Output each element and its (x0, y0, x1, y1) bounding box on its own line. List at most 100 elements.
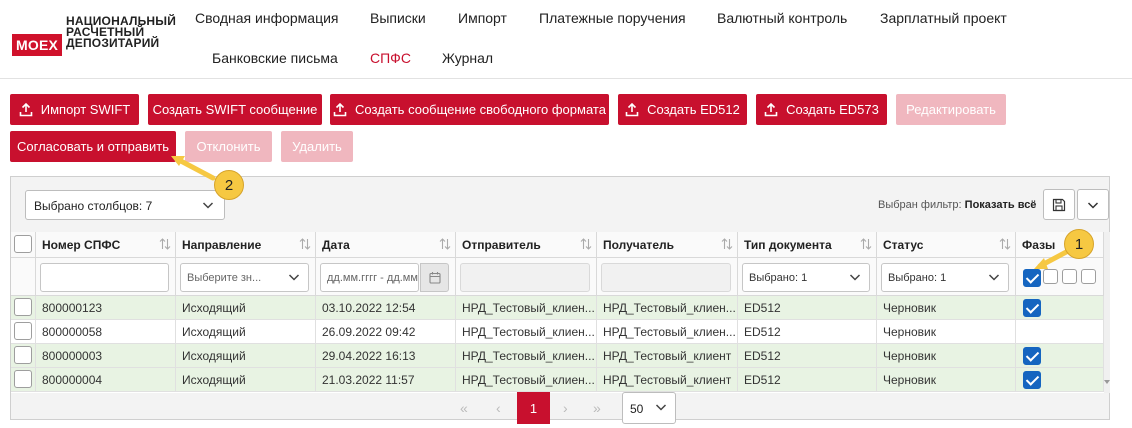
cell-direction: Исходящий (176, 320, 316, 344)
col-header-direction[interactable]: Направление (176, 232, 316, 258)
last-page-button[interactable]: » (593, 400, 601, 416)
nav-item-summary[interactable]: Сводная информация (195, 10, 339, 26)
cell-doc-type: ED512 (738, 296, 877, 320)
table-row[interactable]: 800000123 Исходящий 03.10.2022 12:54 НРД_Те… (11, 296, 1104, 320)
import-swift-button[interactable]: Импорт SWIFT (10, 94, 139, 125)
chevron-down-icon (288, 274, 300, 281)
table-scrollbar[interactable] (1104, 232, 1110, 393)
approve-send-button[interactable]: Согласовать и отправить (10, 131, 176, 162)
save-icon (1052, 198, 1066, 211)
nav-item-import[interactable]: Импорт (458, 10, 507, 26)
prev-page-button[interactable]: ‹ (496, 400, 501, 416)
cell-status: Черновик (877, 344, 1016, 368)
filter-label: Выбран фильтр: (878, 199, 962, 211)
cell-select (11, 296, 36, 320)
col-header-label: Дата (322, 238, 350, 252)
number-filter-input[interactable] (40, 263, 169, 292)
logo-text: НАЦИОНАЛЬНЫЙ РАСЧЕТНЫЙ ДЕПОЗИТАРИЙ (66, 15, 176, 50)
filter-dropdown-button[interactable] (1077, 189, 1109, 220)
doc-type-filter-select[interactable]: Выбрано: 1 (742, 263, 870, 292)
sender-filter-input (460, 263, 590, 292)
cell-date: 29.04.2022 16:13 (316, 344, 456, 368)
logo: MOEX НАЦИОНАЛЬНЫЙ РАСЧЕТНЫЙ ДЕПОЗИТАРИЙ (12, 15, 176, 56)
page-size-select[interactable]: 50 (622, 392, 676, 424)
sort-icon[interactable] (999, 237, 1011, 251)
filter-cell-direction: Выберите зн... (176, 258, 316, 296)
create-ed573-button[interactable]: Создать ED573 (756, 94, 887, 125)
col-header-date[interactable]: Дата (316, 232, 456, 258)
cell-receiver: НРД_Тестовый_клиен... (597, 296, 738, 320)
phase-checkbox[interactable] (1023, 299, 1041, 317)
nav-item-spfs[interactable]: СПФС (370, 50, 411, 66)
save-filter-button[interactable] (1043, 189, 1075, 220)
cell-date: 26.09.2022 09:42 (316, 320, 456, 344)
cell-select (11, 344, 36, 368)
edit-button[interactable]: Редактировать (896, 94, 1006, 125)
import-swift-label: Импорт SWIFT (40, 102, 131, 117)
next-page-button[interactable]: › (563, 400, 568, 416)
upload-icon (764, 102, 778, 116)
create-ed573-label: Создать ED573 (786, 102, 879, 117)
nav-item-payment-orders[interactable]: Платежные поручения (539, 10, 686, 26)
col-header-status[interactable]: Статус (877, 232, 1016, 258)
filter-cell-empty (11, 258, 36, 296)
filter-cell-status: Выбрано: 1 (877, 258, 1016, 296)
create-ed512-button[interactable]: Создать ED512 (618, 94, 747, 125)
filter-cell-doc-type: Выбрано: 1 (738, 258, 877, 296)
table-row[interactable]: 800000003 Исходящий 29.04.2022 16:13 НРД_Те… (11, 344, 1104, 368)
row-checkbox[interactable] (14, 370, 32, 388)
sort-icon[interactable] (159, 237, 171, 251)
col-header-number[interactable]: Номер СПФС (36, 232, 176, 258)
col-header-label: Номер СПФС (42, 238, 121, 252)
step-marker-1: 1 (1064, 229, 1094, 259)
filter-cell-number (36, 258, 176, 296)
column-selector[interactable]: Выбрано столбцов: 7 (25, 190, 225, 220)
row-checkbox[interactable] (14, 346, 32, 364)
nav-item-bank-letters[interactable]: Банковские письма (212, 50, 338, 66)
status-filter-select[interactable]: Выбрано: 1 (881, 263, 1009, 292)
delete-button[interactable]: Удалить (281, 131, 353, 162)
phase-checkbox[interactable] (1023, 347, 1041, 365)
sort-icon[interactable] (439, 237, 451, 251)
phase-checkbox[interactable] (1023, 371, 1041, 389)
page-size-value: 50 (630, 402, 644, 416)
cell-status: Черновик (877, 296, 1016, 320)
table-row[interactable]: 800000004 Исходящий 21.03.2022 11:57 НРД_Те… (11, 368, 1104, 392)
col-header-receiver[interactable]: Получатель (597, 232, 738, 258)
col-header-sender[interactable]: Отправитель (456, 232, 597, 258)
filter-cell-date: дд.мм.гггг - дд.мм (316, 258, 456, 296)
sort-icon[interactable] (721, 237, 733, 251)
table-row[interactable]: 800000058 Исходящий 26.09.2022 09:42 НРД_Те… (11, 320, 1104, 344)
col-header-doc-type[interactable]: Тип документа (738, 232, 877, 258)
header-divider (0, 78, 1132, 79)
row-checkbox[interactable] (14, 322, 32, 340)
nav-item-currency-control[interactable]: Валютный контроль (717, 10, 847, 26)
first-page-button[interactable]: « (460, 400, 468, 416)
sort-icon[interactable] (860, 237, 872, 251)
calendar-button[interactable] (420, 263, 449, 292)
cell-doc-type: ED512 (738, 320, 877, 344)
logo-line-3: ДЕПОЗИТАРИЙ (66, 36, 160, 50)
cell-direction: Исходящий (176, 368, 316, 392)
direction-filter-select[interactable]: Выберите зн... (180, 263, 309, 292)
column-selector-value: Выбрано столбцов: 7 (34, 199, 153, 213)
create-free-format-button[interactable]: Создать сообщение свободного формата (330, 94, 609, 125)
cell-status: Черновик (877, 320, 1016, 344)
sort-icon[interactable] (299, 237, 311, 251)
receiver-filter-input (601, 263, 731, 292)
create-swift-button[interactable]: Создать SWIFT сообщение (148, 94, 322, 125)
cell-doc-type: ED512 (738, 344, 877, 368)
sort-icon[interactable] (580, 237, 592, 251)
nav-item-statements[interactable]: Выписки (370, 10, 426, 26)
date-range-input[interactable]: дд.мм.гггг - дд.мм (320, 263, 419, 292)
nav-item-journal[interactable]: Журнал (442, 50, 493, 66)
cell-receiver: НРД_Тестовый_клиент (597, 344, 738, 368)
cell-phases (1016, 320, 1104, 344)
scroll-down-icon[interactable] (1104, 379, 1110, 385)
row-checkbox[interactable] (14, 298, 32, 316)
page-1-button[interactable]: 1 (517, 392, 550, 424)
filter-status: Выбран фильтр: Показать всё (878, 199, 1036, 211)
select-all-checkbox[interactable] (14, 235, 32, 253)
chevron-down-icon (655, 404, 667, 411)
nav-item-salary-project[interactable]: Зарплатный проект (880, 10, 1007, 26)
